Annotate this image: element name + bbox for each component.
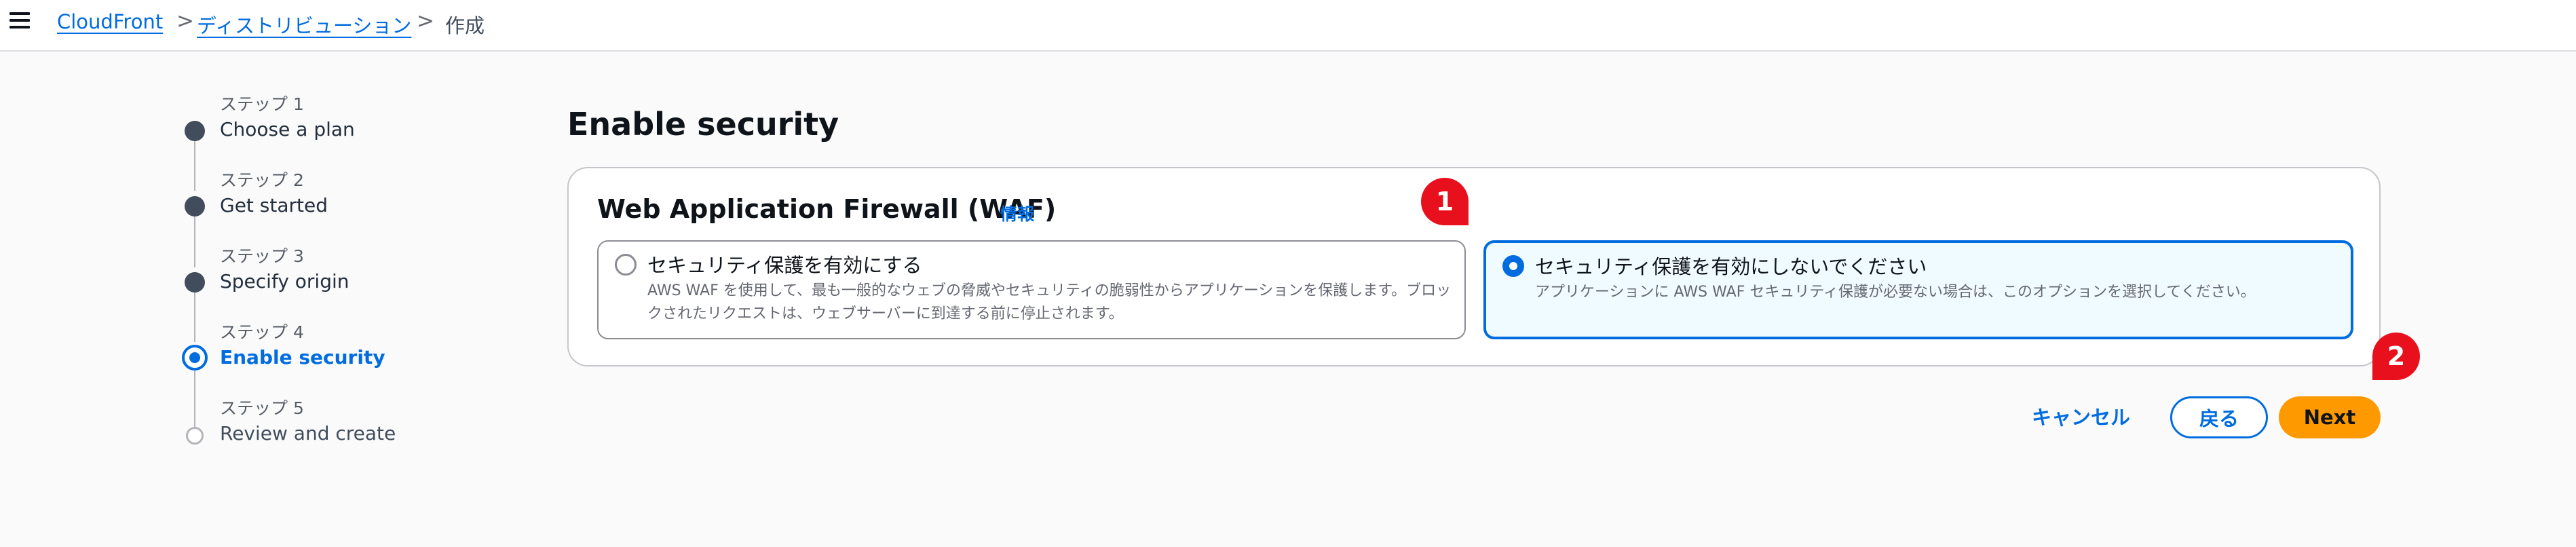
step-3-title[interactable]: Specify origin bbox=[220, 270, 349, 293]
step-5-pending-icon bbox=[186, 427, 204, 445]
step-3-label: ステップ 3 bbox=[220, 246, 304, 266]
step-5-label: ステップ 5 bbox=[220, 398, 304, 418]
annotation-marker-1: 1 bbox=[1421, 178, 1469, 225]
step-5-title: Review and create bbox=[220, 422, 396, 445]
enable-protection-radio[interactable] bbox=[615, 254, 637, 276]
step-connector bbox=[194, 141, 195, 191]
disable-protection-title: セキュリティ保護を有効にしないでください bbox=[1535, 255, 1927, 278]
step-1-complete-icon bbox=[185, 121, 205, 141]
breadcrumb-separator: > bbox=[417, 9, 434, 33]
breadcrumb-separator: > bbox=[176, 9, 194, 33]
step-1-title[interactable]: Choose a plan bbox=[220, 118, 355, 140]
enable-protection-title: セキュリティ保護を有効にする bbox=[647, 254, 922, 277]
step-2-title[interactable]: Get started bbox=[220, 194, 328, 216]
step-connector bbox=[194, 293, 195, 342]
step-2-label: ステップ 2 bbox=[220, 170, 304, 190]
step-2-complete-icon bbox=[185, 196, 205, 216]
step-connector bbox=[194, 216, 195, 267]
enable-protection-option[interactable]: セキュリティ保護を有効にする AWS WAF を使用して、最も一般的なウェブの脅… bbox=[597, 240, 1466, 339]
next-button[interactable]: Next bbox=[2279, 396, 2381, 438]
enable-protection-description: AWS WAF を使用して、最も一般的なウェブの脅威やセキュリティの脆弱性からア… bbox=[647, 282, 1452, 322]
step-4-current-icon bbox=[182, 345, 208, 371]
step-4-title: Enable security bbox=[220, 346, 385, 369]
annotation-marker-2: 2 bbox=[2372, 333, 2420, 380]
menu-icon[interactable] bbox=[10, 11, 31, 30]
step-3-complete-icon bbox=[185, 272, 205, 293]
step-connector bbox=[194, 371, 195, 427]
disable-protection-radio[interactable] bbox=[1502, 255, 1524, 277]
waf-info-link[interactable]: 情報 bbox=[1000, 201, 1034, 225]
disable-protection-description: アプリケーションに AWS WAF セキュリティ保護が必要ない場合は、このオプシ… bbox=[1535, 284, 2256, 301]
waf-section-title: Web Application Firewall (WAF) bbox=[597, 194, 1057, 224]
breadcrumb-cloudfront-link[interactable]: CloudFront bbox=[57, 10, 163, 33]
page-title: Enable security bbox=[567, 106, 839, 143]
disable-protection-option[interactable]: セキュリティ保護を有効にしないでください アプリケーションに AWS WAF セ… bbox=[1483, 240, 2353, 339]
waf-container: Web Application Firewall (WAF) 情報 セキュリティ… bbox=[567, 167, 2381, 366]
top-navigation-bar: CloudFront > ディストリビューション > 作成 bbox=[0, 0, 2576, 52]
step-1-label: ステップ 1 bbox=[220, 94, 304, 114]
breadcrumb-distributions-link[interactable]: ディストリビューション bbox=[197, 10, 411, 39]
step-4-label: ステップ 4 bbox=[220, 322, 304, 342]
breadcrumb-current: 作成 bbox=[445, 14, 485, 37]
back-button[interactable]: 戻る bbox=[2170, 396, 2268, 438]
cancel-button[interactable]: キャンセル bbox=[2032, 402, 2130, 430]
